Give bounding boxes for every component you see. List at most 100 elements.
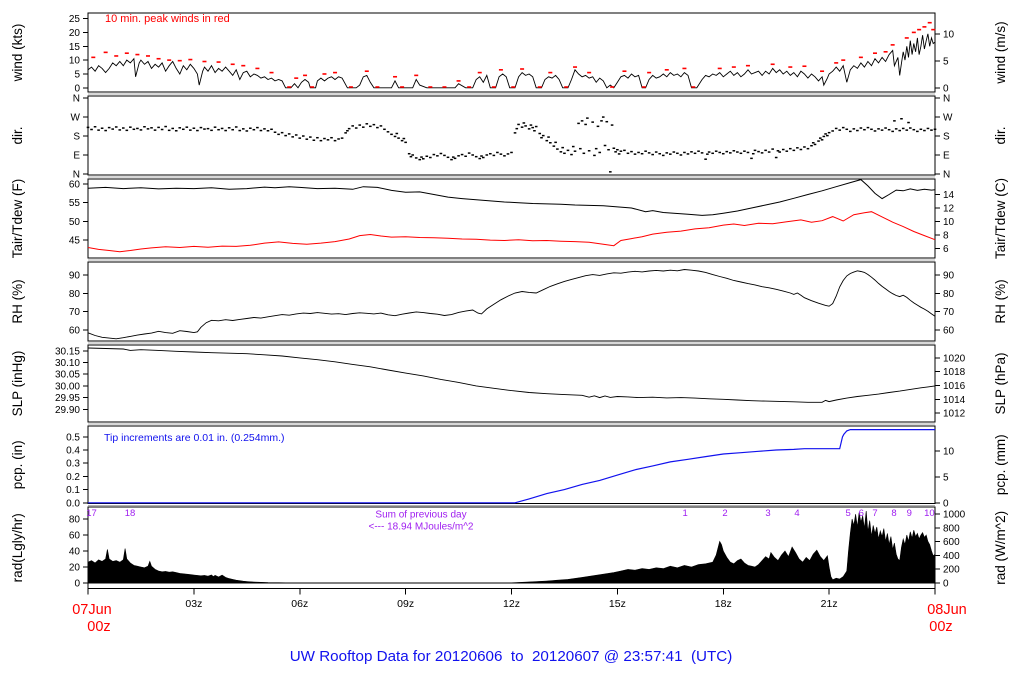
wind-direction-dot (570, 153, 573, 156)
wind-direction-dot (425, 155, 429, 158)
wind-direction-dot (407, 152, 411, 155)
wind-direction-dot (591, 121, 594, 123)
wind-peak-dash (873, 52, 878, 54)
wind-direction-dot (616, 148, 619, 151)
wind-direction-dot (256, 126, 259, 129)
wind-left-tick-label: 5 (74, 69, 80, 80)
wind-direction-dot (849, 130, 852, 133)
wind-direction-dot (294, 134, 298, 136)
rh-right-tick-label: 80 (943, 289, 955, 300)
wind-left-tick-label: 25 (69, 14, 81, 25)
wind-direction-dot (522, 122, 526, 124)
slp-left-tick-label: 30.10 (55, 358, 80, 369)
tdew-trace (87, 211, 936, 253)
wind-direction-dot (683, 151, 686, 154)
wind-peak-dash (911, 31, 916, 34)
page-title: UW Rooftop Data for 20120606 to 20120607… (290, 648, 733, 665)
wind-direction-dot (100, 127, 104, 129)
x-tick-label: 03z (185, 598, 202, 610)
slp-right-tick-label: 1014 (943, 395, 966, 406)
wind-direction-dot (672, 151, 676, 153)
axis-label-slp-inhg: SLP (inHg) (10, 351, 25, 417)
axis-label-temp-c: Tair/Tdew (C) (993, 178, 1008, 259)
wind-direction-dot (164, 125, 167, 128)
wind-direction-dot (593, 154, 596, 157)
wind-direction-dot (824, 133, 827, 135)
temp-right-tick-label: 12 (943, 203, 955, 214)
wind-direction-dot (894, 128, 898, 130)
temp-left-tick-label: 55 (69, 198, 81, 209)
wind-peak-dash (664, 69, 669, 71)
wind-peak-dash (241, 64, 246, 67)
wind-direction-dot (711, 152, 714, 155)
wind-direction-dot (610, 124, 614, 126)
axis-label-rad-lgly: rad(Lgly/hr) (10, 513, 25, 582)
wind-direction-dot (284, 134, 287, 137)
wind-direction-dot (206, 127, 210, 130)
wind-direction-dot (227, 127, 231, 129)
wind-direction-dot (429, 156, 432, 159)
wind-direction-dot (750, 157, 753, 160)
wind-direction-dot (810, 144, 813, 147)
wind-direction-dot (153, 129, 157, 131)
pcp-left-tick-label: 0.5 (66, 432, 80, 443)
wind-peak-dash (883, 51, 888, 53)
wind-peak-dash (491, 86, 496, 88)
wind-direction-dot (873, 130, 877, 132)
wind-direction-dot (623, 149, 626, 152)
wind-direction-dot (291, 136, 294, 138)
slp-right-tick-label: 1020 (943, 353, 966, 364)
x-end-date-label: 08Jun (927, 602, 967, 618)
wind-peak-dash (573, 66, 578, 68)
wind-direction-dot (912, 128, 916, 131)
wind-direction-dot (217, 128, 220, 131)
dir-left-tick-label: W (71, 113, 81, 124)
wind-peak-dash (177, 59, 182, 62)
wind-direction-dot (354, 127, 358, 129)
pcp-left-tick-label: 0.0 (66, 498, 80, 509)
wind-direction-dot (402, 137, 406, 140)
wind-direction-dot (309, 136, 312, 138)
wind-peak-dash (788, 66, 793, 68)
wind-direction-dot (916, 130, 919, 133)
wind-direction-dot (923, 129, 926, 132)
wind-direction-dot (540, 136, 543, 139)
dir-right-tick-label: E (943, 150, 950, 161)
wind-peak-dash (145, 55, 150, 57)
purple-hour-marks: 17 18 1 2 3 4 5 6 7 8 9 10 (86, 508, 934, 519)
wind-direction-dot (573, 150, 577, 152)
dir-right-tick-label: S (943, 132, 950, 143)
slp-right-tick-label: 1018 (943, 367, 966, 378)
wind-direction-dot (231, 128, 234, 131)
wind-direction-dot (174, 130, 178, 132)
wind-direction-dot (481, 156, 485, 159)
wind-peak-dash (647, 71, 652, 74)
wind-direction-dot (841, 126, 845, 129)
wind-direction-dot (827, 131, 831, 134)
wind-direction-dot (838, 129, 842, 131)
wind-direction-dot (390, 133, 393, 136)
axis-label-wind-ms: wind (m/s) (993, 21, 1008, 84)
wind-peak-dash (255, 67, 260, 70)
rad-right-tick-label: 0 (943, 578, 949, 589)
wind-direction-dot (541, 134, 545, 137)
pcp-left-tick-label: 0.2 (66, 472, 80, 483)
rh-left-tick-label: 90 (69, 271, 81, 282)
wind-peak-dash (442, 86, 447, 88)
wind-direction-dot (171, 127, 174, 130)
wind-direction-dot (658, 152, 662, 155)
wind-direction-dot (496, 151, 499, 154)
temp-right-tick-label: 6 (943, 244, 949, 255)
wind-direction-dot (926, 127, 930, 130)
slp-left-tick-label: 30.05 (55, 370, 80, 381)
wind-direction-dot (213, 126, 217, 128)
wind-direction-dot (746, 151, 750, 154)
slp-left-tick-label: 29.95 (55, 393, 80, 404)
wind-direction-dot (245, 130, 249, 132)
wind-direction-dot (280, 131, 284, 134)
rad-hour-mark: 17 (86, 508, 97, 519)
wind-direction-dot (326, 139, 330, 141)
rad-left-tick-label: 20 (69, 562, 81, 573)
rad-hour-mark: 2 (722, 508, 727, 519)
wind-peak-dash (287, 86, 292, 88)
